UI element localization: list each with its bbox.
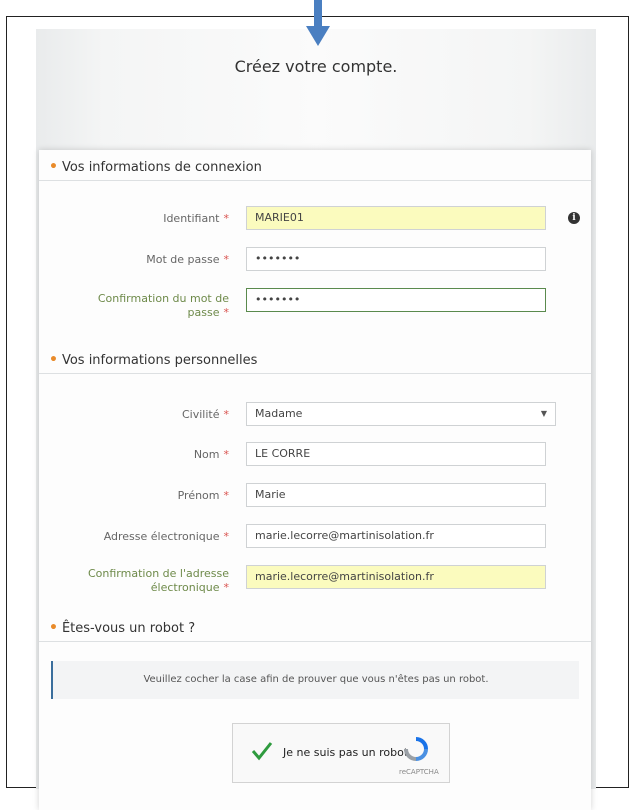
email-confirm-label-line1: Confirmation de l'adresse <box>88 567 229 580</box>
required-mark: * <box>223 306 230 319</box>
recaptcha-label: Je ne suis pas un robot <box>283 746 409 759</box>
email-confirm-label: Confirmation de l'adresse électronique * <box>49 567 229 595</box>
password-label-text: Mot de passe <box>146 253 220 266</box>
registration-form: • Vos informations de connexion Identifia… <box>39 150 591 810</box>
nom-input[interactable]: LE CORRE <box>246 442 546 466</box>
section-connexion: • Vos informations de connexion <box>49 159 262 175</box>
password-label: Mot de passe * <box>49 253 229 267</box>
email-label: Adresse électronique * <box>49 530 229 544</box>
bullet-icon: • <box>49 620 58 636</box>
recaptcha-widget[interactable]: Je ne suis pas un robot reCAPTCHA <box>232 723 450 783</box>
password-confirm-input[interactable]: ••••••• <box>246 288 546 312</box>
civilite-label: Civilité * <box>49 408 229 422</box>
required-mark: * <box>223 212 230 225</box>
nom-label-text: Nom <box>193 448 220 461</box>
civilite-select[interactable]: Madame ▼ <box>246 402 556 426</box>
email-label-text: Adresse électronique <box>103 530 220 543</box>
required-mark: * <box>223 408 230 421</box>
password-confirm-label: Confirmation du mot de passe * <box>49 292 229 320</box>
password-confirm-label-line2: passe <box>187 306 220 319</box>
section-robot: • Êtes-vous un robot ? <box>49 620 195 636</box>
pointer-arrow-icon <box>306 0 330 46</box>
registration-page: Créez votre compte. • Vos informations de… <box>36 29 596 810</box>
required-mark: * <box>223 448 230 461</box>
required-mark: * <box>223 530 230 543</box>
divider <box>39 641 591 642</box>
bullet-icon: • <box>49 159 58 175</box>
civilite-label-text: Civilité <box>182 408 220 421</box>
prenom-label: Prénom * <box>49 489 229 503</box>
email-input[interactable]: marie.lecorre@martinisolation.fr <box>246 524 546 548</box>
identifiant-label: Identifiant * <box>49 212 229 226</box>
password-confirm-label-line1: Confirmation du mot de <box>97 292 229 305</box>
email-confirm-label-line2: électronique <box>150 581 220 594</box>
section-personnelles-title: Vos informations personnelles <box>61 353 258 368</box>
prenom-label-text: Prénom <box>177 489 220 502</box>
civilite-select-value: Madame <box>255 407 303 420</box>
required-mark: * <box>223 581 230 594</box>
checkmark-icon[interactable] <box>251 740 273 762</box>
bullet-icon: • <box>49 352 58 368</box>
divider <box>39 180 591 181</box>
identifiant-label-text: Identifiant <box>163 212 220 225</box>
nom-label: Nom * <box>49 448 229 462</box>
email-confirm-input[interactable]: marie.lecorre@martinisolation.fr <box>246 565 546 589</box>
identifiant-input[interactable]: MARIE01 <box>246 206 546 230</box>
section-robot-title: Êtes-vous un robot ? <box>61 621 196 636</box>
password-input[interactable]: ••••••• <box>246 247 546 271</box>
prenom-input[interactable]: Marie <box>246 483 546 507</box>
page-title: Créez votre compte. <box>234 57 398 76</box>
recaptcha-logo-icon <box>404 737 428 761</box>
section-personnelles: • Vos informations personnelles <box>49 352 257 368</box>
section-connexion-title: Vos informations de connexion <box>61 160 262 175</box>
required-mark: * <box>223 253 230 266</box>
recaptcha-brand: reCAPTCHA <box>399 768 439 776</box>
caret-down-icon: ▼ <box>540 409 547 418</box>
divider <box>39 373 591 374</box>
required-mark: * <box>223 489 230 502</box>
robot-message: Veuillez cocher la case afin de prouver … <box>51 661 579 699</box>
info-icon[interactable]: i <box>568 212 580 224</box>
